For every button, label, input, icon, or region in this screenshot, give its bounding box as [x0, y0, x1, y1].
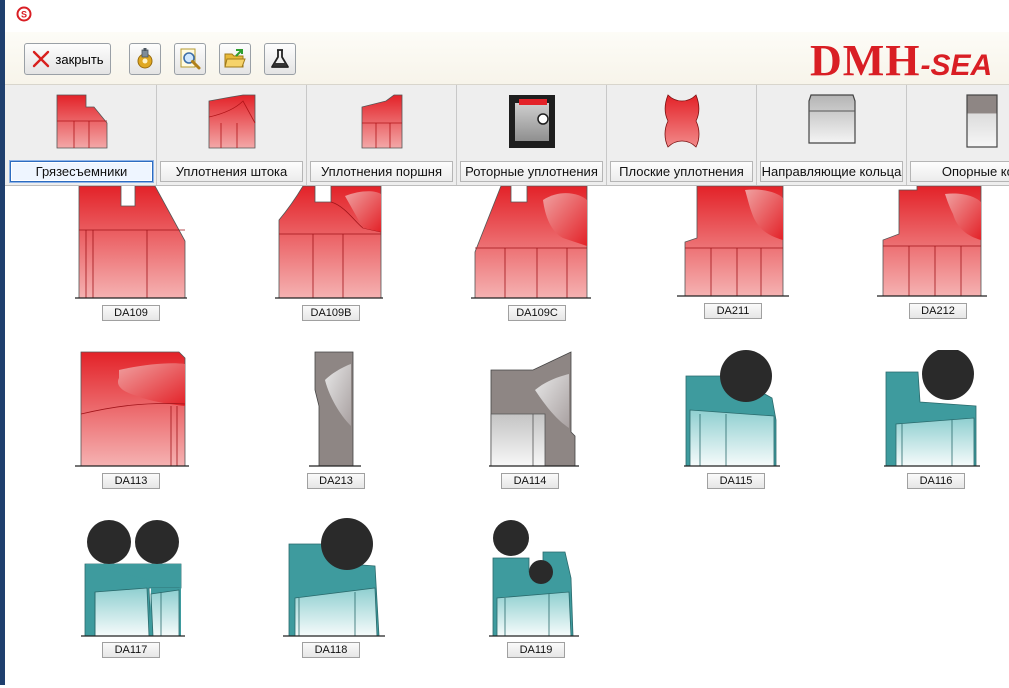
da109c-profile-image — [471, 186, 591, 299]
rotary-seal-category-icon — [508, 95, 555, 148]
da119-profile-image — [489, 520, 579, 637]
product-da212[interactable]: DA212 — [877, 186, 1009, 356]
logo-suffix-text: -SEA — [920, 49, 993, 82]
tab-label: Плоские уплотнения — [610, 161, 753, 182]
tab-support-rings[interactable]: Опорные кол — [907, 85, 1009, 185]
tab-wipers[interactable]: Грязесъемники — [7, 85, 157, 185]
product-da213[interactable]: DA213 — [275, 350, 475, 520]
flask-button[interactable] — [264, 43, 296, 75]
product-code: DA113 — [102, 473, 160, 489]
product-code: DA109C — [508, 305, 566, 321]
product-grid: DA109 DA109B DA109C DA211 DA212 DA113 DA… — [5, 186, 1009, 685]
settings-button[interactable] — [129, 43, 161, 75]
brand-logo: DMH-SEA — [810, 35, 992, 86]
flask-icon — [271, 49, 289, 68]
product-da109[interactable]: DA109 — [75, 186, 275, 356]
product-da118[interactable]: DA118 — [275, 518, 475, 688]
tab-label: Уплотнения поршня — [310, 161, 453, 182]
product-code: DA213 — [307, 473, 365, 489]
wiper-category-icon — [56, 94, 107, 149]
da213-profile-image — [309, 351, 361, 467]
tab-label: Уплотнения штока — [160, 161, 303, 182]
da118-profile-image — [283, 518, 385, 637]
tab-guide-rings[interactable]: Направляющие кольца — [757, 85, 907, 185]
product-da211[interactable]: DA211 — [677, 186, 877, 356]
tab-label: Направляющие кольца — [760, 161, 903, 182]
product-code: DA118 — [302, 642, 360, 658]
product-da115[interactable]: DA115 — [682, 350, 882, 520]
product-da116[interactable]: DA116 — [882, 350, 1009, 520]
product-da114[interactable]: DA114 — [489, 350, 689, 520]
title-bar: S — [5, 0, 1009, 31]
product-da109c[interactable]: DA109C — [471, 186, 671, 356]
tab-rod-seals[interactable]: Уплотнения штока — [157, 85, 307, 185]
open-folder-icon — [224, 49, 246, 68]
product-code: DA117 — [102, 642, 160, 658]
da109-profile-image — [75, 186, 187, 299]
support-ring-category-icon — [965, 94, 998, 148]
product-code: DA212 — [909, 303, 967, 319]
guide-ring-category-icon — [807, 94, 856, 144]
open-folder-button[interactable] — [219, 43, 251, 75]
magnifier-icon — [180, 48, 201, 70]
tab-flat-seals[interactable]: Плоские уплотнения — [607, 85, 757, 185]
product-da113[interactable]: DA113 — [75, 350, 275, 520]
logo-main-text: DMH — [810, 36, 921, 85]
tab-label: Опорные кол — [910, 161, 1009, 182]
da109b-profile-image — [275, 186, 383, 299]
tab-rotary-seals[interactable]: Роторные уплотнения — [457, 85, 607, 185]
product-code: DA116 — [907, 473, 965, 489]
close-button-label: закрыть — [55, 51, 104, 67]
da113-profile-image — [75, 351, 189, 467]
da117-profile-image — [81, 520, 185, 637]
gear-icon — [137, 48, 153, 69]
da116-profile-image — [884, 350, 980, 467]
tab-label: Грязесъемники — [10, 161, 153, 182]
product-da119[interactable]: DA119 — [485, 518, 685, 688]
tab-piston-seals[interactable]: Уплотнения поршня — [307, 85, 457, 185]
product-code: DA114 — [501, 473, 559, 489]
da115-profile-image — [684, 350, 780, 467]
rod-seal-category-icon — [208, 94, 255, 149]
piston-seal-category-icon — [361, 94, 402, 149]
svg-text:S: S — [21, 10, 27, 20]
product-code: DA109 — [102, 305, 160, 321]
app-icon: S — [16, 6, 32, 22]
close-icon — [33, 50, 50, 68]
toolbar: закрыть DMH-SEA — [5, 32, 1009, 85]
search-button[interactable] — [174, 43, 206, 75]
da212-profile-image — [877, 186, 987, 297]
category-tabs: Грязесъемники Уплотнения штока Уплотнени… — [5, 85, 1009, 186]
product-code: DA109B — [302, 305, 360, 321]
product-code: DA115 — [707, 473, 765, 489]
product-code: DA211 — [704, 303, 762, 319]
flat-seal-category-icon — [664, 94, 699, 148]
product-code: DA119 — [507, 642, 565, 658]
close-button[interactable]: закрыть — [24, 43, 111, 75]
product-da109b[interactable]: DA109B — [275, 186, 475, 356]
product-da117[interactable]: DA117 — [75, 518, 275, 688]
da211-profile-image — [677, 186, 789, 297]
da114-profile-image — [489, 351, 579, 467]
tab-label: Роторные уплотнения — [460, 161, 603, 182]
